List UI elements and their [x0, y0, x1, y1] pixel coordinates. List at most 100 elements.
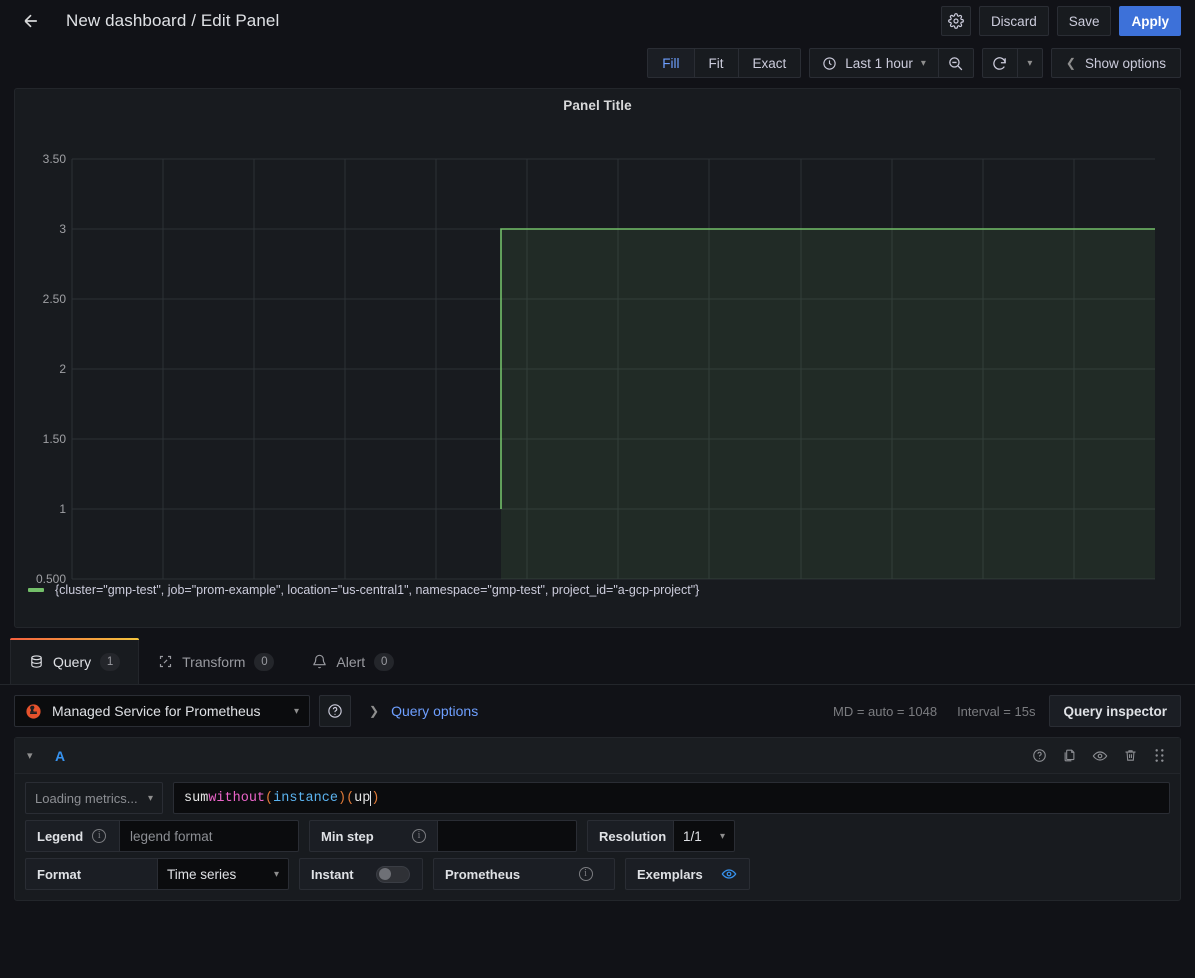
- instant-toggle[interactable]: [363, 858, 423, 890]
- expr-token-instance: instance: [273, 791, 338, 806]
- prometheus-info-cell[interactable]: i: [557, 858, 615, 890]
- panel-settings-button[interactable]: [941, 6, 971, 36]
- info-icon[interactable]: i: [412, 829, 426, 843]
- collapse-query-toggle[interactable]: ▾: [27, 749, 47, 762]
- remove-query-button[interactable]: [1123, 748, 1138, 763]
- chevron-down-icon: ▾: [294, 706, 299, 717]
- legend-label-text: Legend: [37, 829, 83, 844]
- fill-mode-button[interactable]: Fill: [647, 48, 694, 78]
- refresh-interval-dropdown[interactable]: ▾: [1017, 48, 1043, 78]
- copy-icon: [1062, 748, 1077, 763]
- datasource-name: Managed Service for Prometheus: [52, 703, 284, 719]
- fit-mode-button[interactable]: Fit: [694, 48, 739, 78]
- tab-transform-count: 0: [254, 653, 274, 671]
- expr-token-paren-open-1: (: [265, 791, 273, 806]
- query-options-toggle[interactable]: ❯ Query options: [369, 703, 478, 719]
- min-step-label-text: Min step: [321, 829, 374, 844]
- zoom-out-icon: [947, 55, 964, 72]
- time-range-label: Last 1 hour: [845, 56, 913, 71]
- tab-query-count: 1: [100, 653, 120, 671]
- chevron-right-icon: ❯: [369, 704, 379, 718]
- page-title: New dashboard / Edit Panel: [66, 11, 279, 31]
- min-step-input[interactable]: [437, 820, 577, 852]
- resolution-field-label: Resolution: [587, 820, 673, 852]
- visualization-panel: Panel Title: [14, 88, 1181, 628]
- panel-size-mode-group: Fill Fit Exact: [647, 48, 801, 78]
- prometheus-field-label: Prometheus: [433, 858, 557, 890]
- resolution-label-text: Resolution: [599, 829, 666, 844]
- chevron-down-icon: ▾: [1027, 58, 1032, 69]
- prometheus-logo-icon: [25, 703, 42, 720]
- metric-select[interactable]: Loading metrics... ▾: [25, 782, 163, 814]
- query-editor-header: ▾ A: [15, 738, 1180, 774]
- chevron-down-icon: ▾: [148, 793, 153, 804]
- tab-alert[interactable]: Alert 0: [293, 638, 413, 684]
- editor-tabs: Query 1 Transform 0 Alert 0: [0, 638, 1195, 685]
- refresh-icon: [991, 55, 1008, 72]
- drag-query-handle[interactable]: [1153, 748, 1166, 763]
- zoom-out-time-button[interactable]: [938, 48, 974, 78]
- info-icon[interactable]: i: [579, 867, 593, 881]
- query-legend-row: Legend i legend format Min step i Resolu…: [25, 820, 1170, 852]
- promql-expression-input[interactable]: sum without(instance) (up): [173, 782, 1170, 814]
- query-inspector-button[interactable]: Query inspector: [1049, 695, 1181, 727]
- exact-mode-button[interactable]: Exact: [738, 48, 802, 78]
- format-select[interactable]: Time series ▾: [157, 858, 289, 890]
- svg-text:3.50: 3.50: [43, 152, 67, 166]
- resolution-value: 1/1: [683, 829, 702, 844]
- resolution-select[interactable]: 1/1 ▾: [673, 820, 735, 852]
- query-ref-id[interactable]: A: [55, 748, 65, 764]
- datasource-help-button[interactable]: [319, 695, 351, 727]
- drag-handle-icon: [1153, 748, 1166, 763]
- svg-text:2: 2: [59, 362, 66, 376]
- discard-button[interactable]: Discard: [979, 6, 1049, 36]
- metric-select-value: Loading metrics...: [35, 791, 138, 806]
- apply-button[interactable]: Apply: [1119, 6, 1181, 36]
- time-range-picker[interactable]: Last 1 hour ▾: [809, 48, 939, 78]
- legend-format-input[interactable]: legend format: [119, 820, 299, 852]
- tab-query-label: Query: [53, 654, 91, 670]
- legend-field-label: Legend i: [25, 820, 119, 852]
- time-controls-group: Last 1 hour ▾: [809, 48, 974, 78]
- help-circle-icon: [1032, 748, 1047, 763]
- show-options-button[interactable]: ❮ Show options: [1051, 48, 1181, 78]
- tab-alert-count: 0: [374, 653, 394, 671]
- refresh-button[interactable]: [982, 48, 1018, 78]
- tab-query[interactable]: Query 1: [10, 638, 139, 684]
- transform-icon: [158, 654, 173, 669]
- format-label-text: Format: [37, 867, 81, 882]
- exemplars-field-label: Exemplars: [625, 858, 711, 890]
- svg-text:1.50: 1.50: [43, 432, 67, 446]
- tab-transform[interactable]: Transform 0: [139, 638, 293, 684]
- query-help-button[interactable]: [1032, 748, 1047, 763]
- min-step-field-label: Min step i: [309, 820, 437, 852]
- time-series-plot[interactable]: 3.50 3 2.50 2 1.50 1 0.500 12:10 12:15 1…: [15, 113, 1180, 583]
- clock-icon: [822, 56, 837, 71]
- eye-icon: [721, 866, 737, 882]
- svg-text:0.500: 0.500: [36, 572, 66, 583]
- chevron-down-icon: ▾: [274, 869, 279, 880]
- toggle-query-visibility-button[interactable]: [1092, 748, 1108, 764]
- gear-icon: [948, 13, 964, 29]
- datasource-row: Managed Service for Prometheus ▾ ❯ Query…: [0, 685, 1195, 737]
- expr-token-sum: sum: [184, 791, 208, 806]
- datasource-picker[interactable]: Managed Service for Prometheus ▾: [14, 695, 310, 727]
- duplicate-query-button[interactable]: [1062, 748, 1077, 763]
- eye-icon: [1092, 748, 1108, 764]
- interval-info: Interval = 15s: [957, 704, 1035, 719]
- back-button[interactable]: [14, 4, 48, 38]
- expr-token-without: without: [208, 791, 265, 806]
- expr-token-up: up: [354, 791, 370, 806]
- instant-label-text: Instant: [311, 867, 354, 882]
- query-expression-row: Loading metrics... ▾ sum without(instanc…: [25, 782, 1170, 814]
- legend-color-swatch: [28, 588, 44, 592]
- svg-text:2.50: 2.50: [43, 292, 67, 306]
- panel-legend[interactable]: {cluster="gmp-test", job="prom-example",…: [15, 583, 1180, 597]
- save-button[interactable]: Save: [1057, 6, 1112, 36]
- query-options-label: Query options: [391, 703, 478, 719]
- info-icon[interactable]: i: [92, 829, 106, 843]
- chart-svg: 3.50 3 2.50 2 1.50 1 0.500 12:10 12:15 1…: [15, 113, 1180, 583]
- query-editor-card: ▾ A: [14, 737, 1181, 901]
- exemplars-toggle[interactable]: [711, 858, 750, 890]
- legend-series-label[interactable]: {cluster="gmp-test", job="prom-example",…: [55, 583, 699, 597]
